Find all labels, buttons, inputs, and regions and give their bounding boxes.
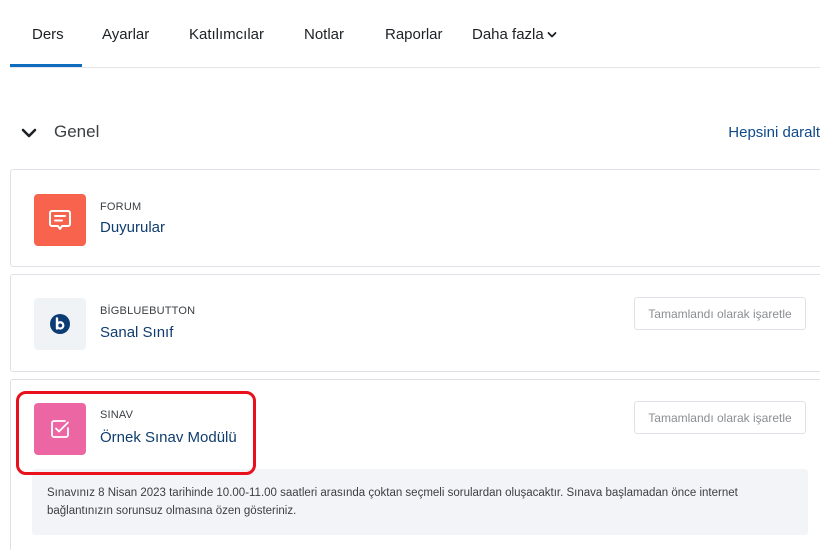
activity-link-duyurular[interactable]: Duyurular: [100, 219, 165, 236]
tab-more-label: Daha fazla: [472, 26, 544, 43]
tab-notlar[interactable]: Notlar: [304, 26, 344, 43]
activity-card-forum: FORUM Duyurular: [10, 169, 820, 267]
activity-description: Sınavınız 8 Nisan 2023 tarihinde 10.00-1…: [32, 469, 808, 535]
activity-link-ornek-sinav-modulu[interactable]: Örnek Sınav Modülü: [100, 429, 237, 446]
tab-ayarlar[interactable]: Ayarlar: [102, 26, 149, 43]
quiz-icon: [34, 403, 86, 455]
activity-type-label: SINAV: [100, 409, 134, 421]
activity-card-bigbluebutton: BİGBLUEBUTTON Sanal Sınıf Tamamlandı ola…: [10, 274, 820, 372]
activity-type-label: BİGBLUEBUTTON: [100, 305, 196, 317]
tab-raporlar[interactable]: Raporlar: [385, 26, 443, 43]
secondary-navigation: Ders Ayarlar Katılımcılar Notlar Raporla…: [10, 0, 820, 68]
activity-card-quiz: SINAV Örnek Sınav Modülü Tamamlandı olar…: [10, 379, 820, 550]
tab-ders[interactable]: Ders: [32, 26, 64, 43]
bigbluebutton-icon: [34, 298, 86, 350]
section-title[interactable]: Genel: [54, 122, 99, 142]
activity-link-sanal-sinif[interactable]: Sanal Sınıf: [100, 324, 173, 341]
activity-type-label: FORUM: [100, 201, 142, 213]
mark-complete-button[interactable]: Tamamlandı olarak işaretle: [634, 297, 806, 330]
chevron-down-icon[interactable]: [20, 124, 38, 142]
active-tab-indicator: [10, 64, 82, 67]
chevron-down-icon: [547, 32, 557, 38]
forum-icon: [34, 194, 86, 246]
collapse-all-link[interactable]: Hepsini daralt: [728, 124, 820, 141]
tab-katilimcilar[interactable]: Katılımcılar: [189, 26, 264, 43]
mark-complete-button[interactable]: Tamamlandı olarak işaretle: [634, 401, 806, 434]
tab-more[interactable]: Daha fazla: [472, 26, 557, 43]
